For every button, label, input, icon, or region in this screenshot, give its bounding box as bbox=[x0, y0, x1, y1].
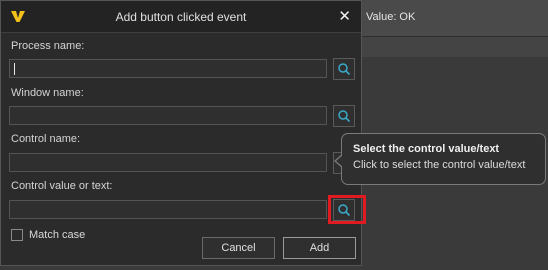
add-button-clicked-event-dialog: Add button clicked event ✕ Process name:… bbox=[0, 0, 366, 266]
window-name-input[interactable] bbox=[9, 106, 327, 125]
add-button[interactable]: Add bbox=[283, 237, 356, 259]
match-case-label: Match case bbox=[29, 229, 86, 241]
close-icon[interactable]: ✕ bbox=[338, 7, 351, 25]
control-name-input[interactable] bbox=[9, 153, 327, 172]
process-name-input[interactable] bbox=[9, 59, 327, 78]
dialog-title: Add button clicked event bbox=[115, 10, 247, 24]
tooltip-title: Select the control value/text bbox=[353, 143, 500, 155]
tooltip: Select the control value/text Click to s… bbox=[334, 133, 546, 185]
control-value-label: Control value or text: bbox=[11, 180, 113, 192]
dialog-titlebar: Add button clicked event ✕ bbox=[1, 1, 361, 33]
control-value-input[interactable] bbox=[9, 200, 327, 219]
search-icon bbox=[338, 110, 351, 123]
red-highlight-box bbox=[328, 195, 366, 224]
tooltip-body: Click to select the control value/text bbox=[353, 159, 526, 171]
match-case-checkbox[interactable] bbox=[11, 229, 23, 241]
control-name-label: Control name: bbox=[11, 133, 81, 145]
process-name-label: Process name: bbox=[11, 40, 85, 52]
cancel-button[interactable]: Cancel bbox=[202, 237, 275, 259]
process-name-search-button[interactable] bbox=[333, 58, 355, 80]
window-name-search-button[interactable] bbox=[333, 105, 355, 127]
background-value-text: Value: OK bbox=[366, 11, 416, 23]
search-icon bbox=[338, 63, 351, 76]
window-name-label: Window name: bbox=[11, 87, 84, 99]
background-panel bbox=[360, 37, 548, 57]
